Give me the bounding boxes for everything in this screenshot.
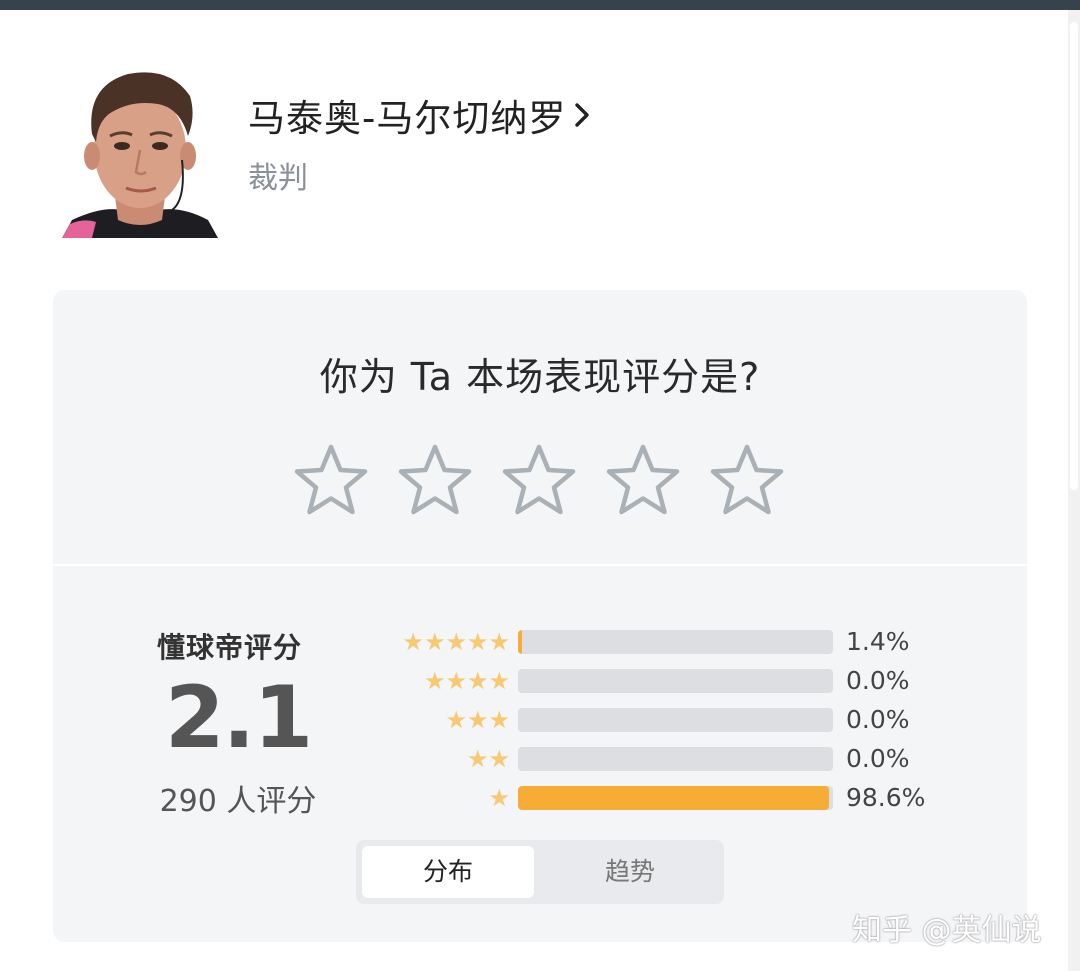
star-level-icons: ★★★ [445, 706, 510, 734]
distribution-bar-track [518, 747, 833, 771]
rating-count: 290 人评分 [159, 784, 317, 819]
tab-distribution[interactable]: 分布 [362, 846, 534, 898]
star-level-icons: ★★ [466, 745, 510, 773]
rate-star-4-icon[interactable] [605, 442, 681, 518]
scrollbar-thumb[interactable] [1070, 22, 1078, 490]
watermark: 知乎 @英仙说 [852, 913, 1042, 948]
avatar [62, 60, 218, 238]
distribution-bar-track [518, 786, 833, 810]
score-value: 2.1 [164, 668, 313, 768]
player-role: 裁判 [248, 161, 308, 196]
rating-star-picker [293, 442, 785, 518]
rate-star-5-icon[interactable] [709, 442, 785, 518]
referee-portrait [62, 60, 218, 238]
distribution-bar-fill [518, 786, 829, 810]
distribution-percent: 98.6% [846, 783, 926, 812]
view-toggle: 分布 趋势 [356, 840, 724, 904]
star-level-icons: ★★★★ [423, 667, 510, 695]
status-bar [0, 0, 1080, 10]
distribution-bar-track [518, 708, 833, 732]
distribution-bar-track [518, 630, 833, 654]
player-name-link[interactable]: 马泰奥-马尔切纳罗 [248, 88, 594, 142]
distribution-bar-fill [518, 630, 523, 654]
rate-star-2-icon[interactable] [397, 442, 473, 518]
star-level-icons: ★ [488, 784, 510, 812]
star-level-icons: ★★★★★ [402, 628, 510, 656]
rate-star-1-icon[interactable] [293, 442, 369, 518]
divider [53, 564, 1027, 566]
score-label: 懂球帝评分 [157, 631, 303, 664]
rate-star-3-icon[interactable] [501, 442, 577, 518]
distribution-percent: 0.0% [846, 705, 910, 734]
chevron-right-icon [575, 103, 590, 127]
distribution-percent: 0.0% [846, 744, 910, 773]
player-name: 马泰奥-马尔切纳罗 [248, 97, 567, 140]
scrollbar[interactable] [1068, 10, 1080, 971]
tab-trend[interactable]: 趋势 [544, 846, 716, 898]
rating-question: 你为 Ta 本场表现评分是? [319, 355, 761, 399]
distribution-percent: 0.0% [846, 666, 910, 695]
distribution-percent: 1.4% [846, 627, 910, 656]
distribution-bar-track [518, 669, 833, 693]
rating-card: 你为 Ta 本场表现评分是? 懂球帝评分 2.1 290 人评分 ★★★★★ 1… [53, 290, 1027, 942]
